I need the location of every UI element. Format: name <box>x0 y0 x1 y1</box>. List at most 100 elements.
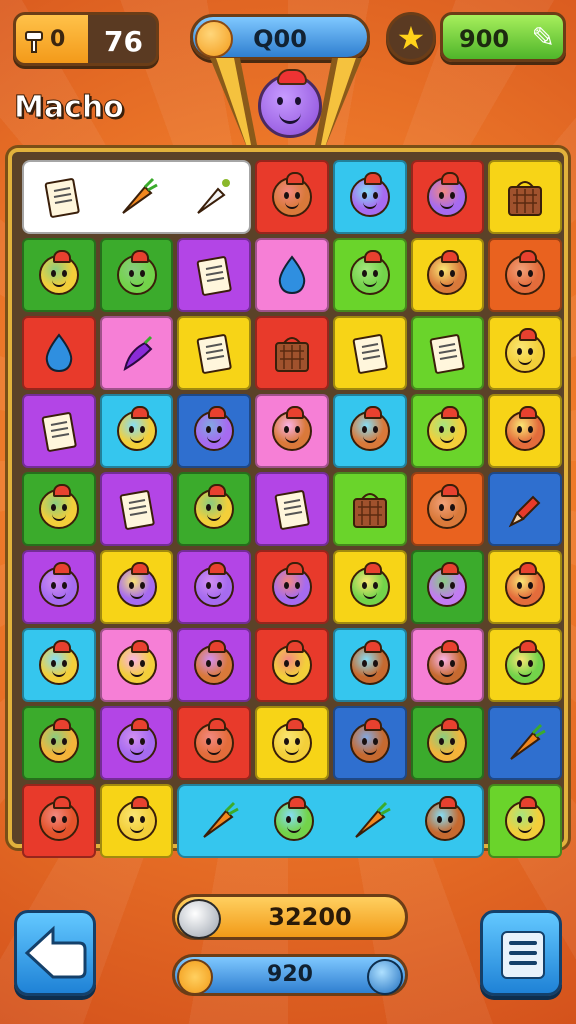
face-icon <box>38 640 79 685</box>
board-tile[interactable] <box>99 628 174 702</box>
board-tile[interactable] <box>22 706 96 780</box>
drop-icon <box>37 331 81 375</box>
carrot-icon <box>348 799 392 843</box>
board-tile[interactable] <box>488 316 562 390</box>
board-tile[interactable] <box>488 472 562 546</box>
carrot-icon <box>115 175 159 219</box>
face-icon <box>505 250 546 295</box>
crayon-icon <box>503 487 547 531</box>
board-tile[interactable] <box>177 706 252 780</box>
face-icon <box>505 796 546 841</box>
board-tile[interactable] <box>22 784 96 858</box>
board-tile[interactable] <box>410 394 485 468</box>
board-tile[interactable] <box>177 238 252 312</box>
board-tile[interactable] <box>99 550 174 624</box>
board-tile[interactable] <box>410 472 485 546</box>
board-tile[interactable] <box>255 316 329 390</box>
board-tile[interactable] <box>410 316 485 390</box>
board-tile[interactable] <box>488 160 562 234</box>
board-tile[interactable] <box>99 784 174 858</box>
board-tile[interactable] <box>488 706 562 780</box>
face-icon <box>349 172 390 217</box>
face-icon <box>116 562 157 607</box>
board-tile[interactable] <box>255 472 329 546</box>
menu-button[interactable] <box>480 910 562 996</box>
paper-icon <box>348 331 392 375</box>
board-tile[interactable] <box>177 784 485 858</box>
board-tile[interactable] <box>255 160 329 234</box>
face-icon <box>194 484 235 529</box>
board-tile[interactable] <box>177 316 252 390</box>
board-tile[interactable] <box>488 238 562 312</box>
board-tile[interactable] <box>332 394 407 468</box>
face-icon <box>273 796 314 841</box>
board-tile[interactable] <box>332 550 407 624</box>
face-icon <box>194 718 235 763</box>
back-button[interactable] <box>14 910 96 996</box>
board-tile[interactable] <box>22 628 96 702</box>
board-tile[interactable] <box>255 394 329 468</box>
board-tile[interactable] <box>99 394 174 468</box>
face-icon <box>505 406 546 451</box>
total-score-value: 32200 <box>268 903 352 931</box>
board-tile[interactable] <box>488 550 562 624</box>
face-icon <box>116 250 157 295</box>
game-board <box>8 148 568 858</box>
face-icon <box>116 640 157 685</box>
board-tile[interactable] <box>177 472 252 546</box>
board-tile[interactable] <box>410 628 485 702</box>
board-tile[interactable] <box>332 628 407 702</box>
face-icon <box>349 562 390 607</box>
board-tile[interactable] <box>177 550 252 624</box>
board-tile[interactable] <box>488 394 562 468</box>
gems-counter[interactable]: 900 ✎ <box>440 12 566 62</box>
board-tile[interactable] <box>410 160 485 234</box>
basket-icon <box>348 487 392 531</box>
board-tile[interactable] <box>332 238 407 312</box>
board-tile[interactable] <box>488 628 562 702</box>
board-tile[interactable] <box>99 706 174 780</box>
face-icon <box>427 718 468 763</box>
star-button[interactable]: ★ <box>386 12 436 62</box>
carrot-icon <box>196 799 240 843</box>
face-icon <box>38 484 79 529</box>
board-tile[interactable] <box>410 238 485 312</box>
board-tile[interactable] <box>22 550 96 624</box>
board-tile[interactable] <box>22 160 252 234</box>
board-tile[interactable] <box>410 706 485 780</box>
board-tile[interactable] <box>22 316 96 390</box>
paint-brush-icon <box>190 175 234 219</box>
board-tile[interactable] <box>177 628 252 702</box>
board-tile[interactable] <box>22 394 96 468</box>
tile-grid <box>22 160 562 858</box>
face-icon <box>194 640 235 685</box>
board-tile[interactable] <box>410 550 485 624</box>
board-tile[interactable] <box>255 550 329 624</box>
carrot-icon <box>503 721 547 765</box>
brush-icon: ✎ <box>531 21 555 54</box>
board-tile[interactable] <box>22 472 96 546</box>
board-tile[interactable] <box>332 472 407 546</box>
face-icon <box>349 718 390 763</box>
moves-counter: 0 76 <box>13 12 159 66</box>
board-tile[interactable] <box>22 238 96 312</box>
moves-small-value: 0 <box>50 27 66 52</box>
board-tile[interactable] <box>255 238 329 312</box>
face-icon <box>271 562 312 607</box>
board-tile[interactable] <box>99 472 174 546</box>
face-icon <box>505 328 546 373</box>
board-tile[interactable] <box>255 706 329 780</box>
board-tile[interactable] <box>99 316 174 390</box>
board-tile[interactable] <box>488 784 562 858</box>
face-icon <box>38 250 79 295</box>
player-avatar[interactable] <box>258 69 322 138</box>
board-tile[interactable] <box>99 238 174 312</box>
face-icon <box>194 406 235 451</box>
paper-icon <box>37 409 81 453</box>
board-tile[interactable] <box>332 316 407 390</box>
board-tile[interactable] <box>332 706 407 780</box>
board-tile[interactable] <box>177 394 252 468</box>
board-tile[interactable] <box>255 628 329 702</box>
player-name: Macho <box>14 90 125 126</box>
board-tile[interactable] <box>332 160 407 234</box>
